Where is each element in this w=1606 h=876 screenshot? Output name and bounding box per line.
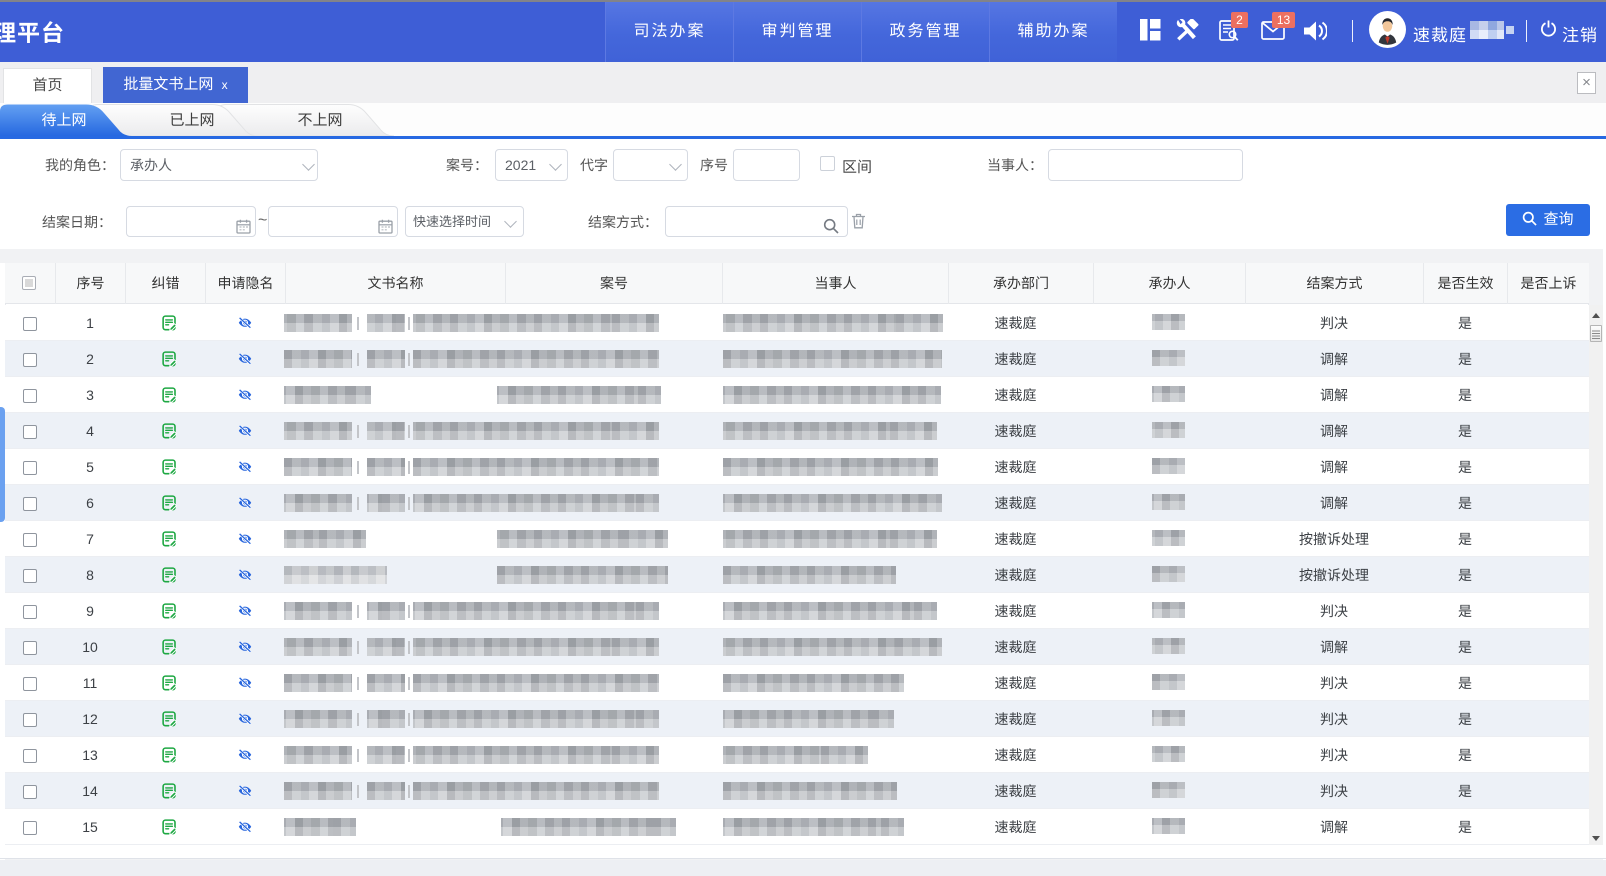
svg-text:不上网: 不上网 <box>297 109 342 130</box>
svg-text:待上网: 待上网 <box>41 109 86 130</box>
svg-text:已上网: 已上网 <box>169 109 214 130</box>
